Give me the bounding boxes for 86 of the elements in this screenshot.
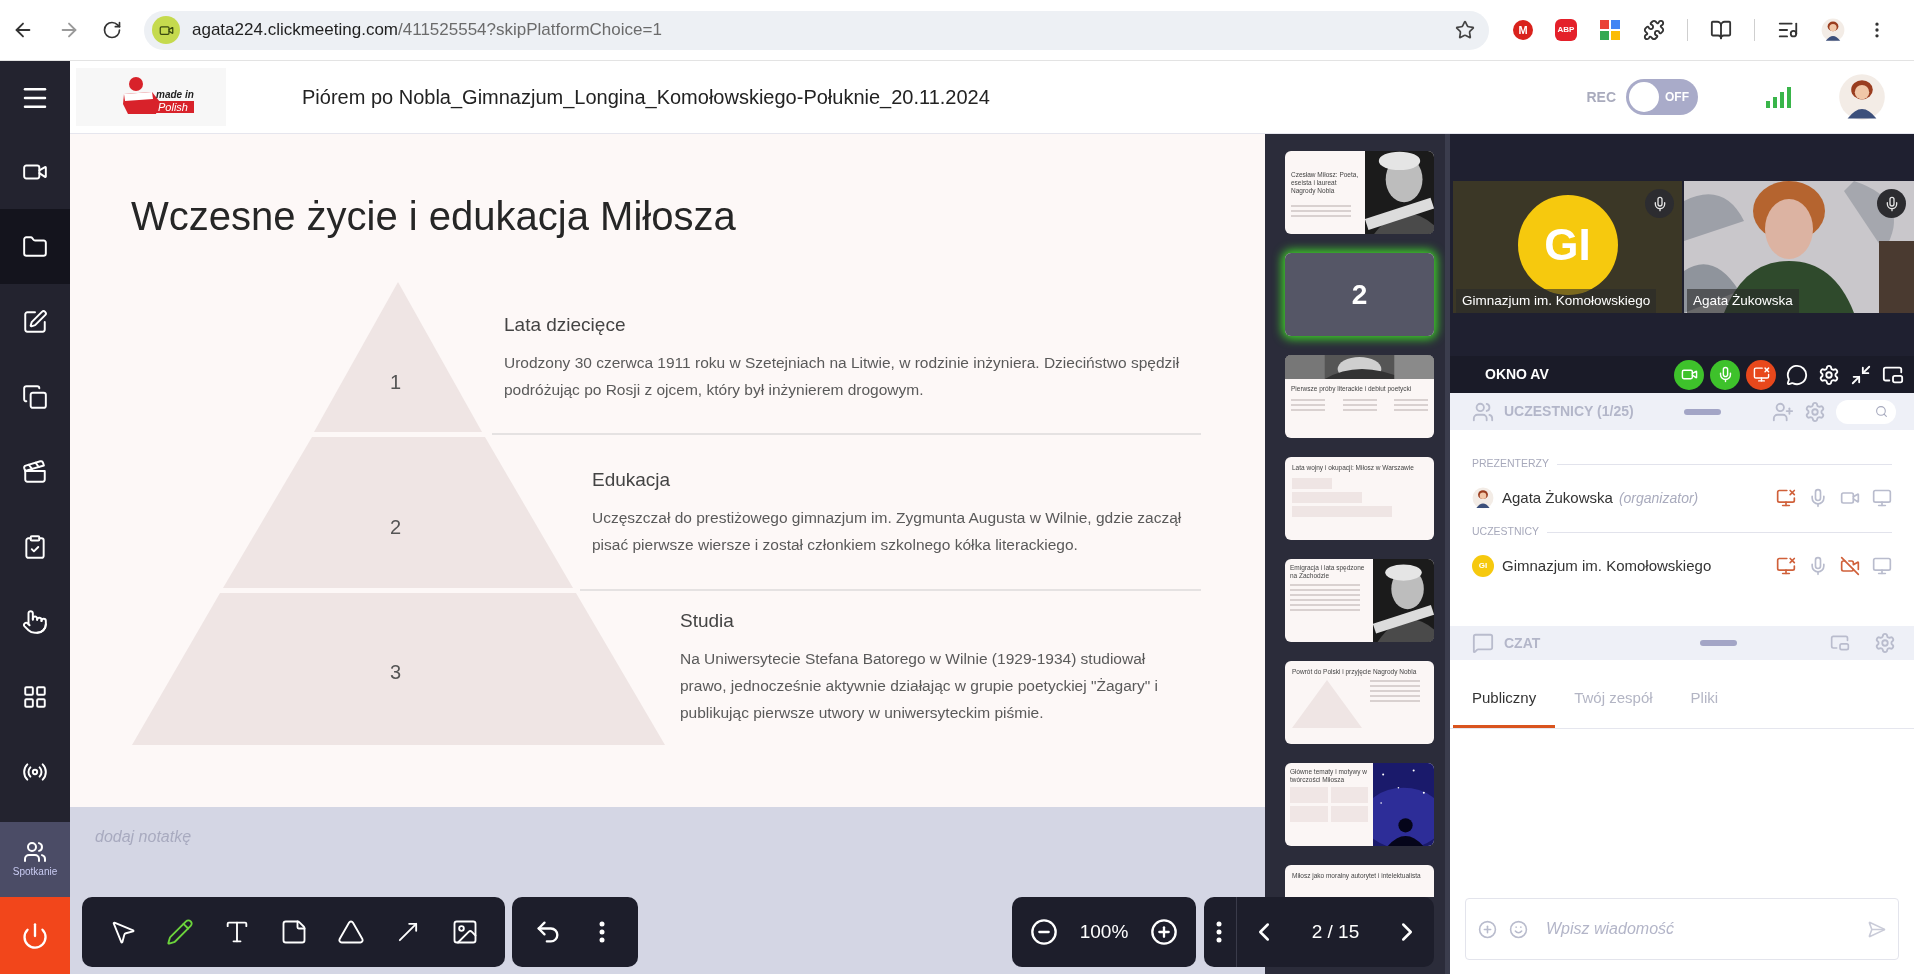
zoom-out-button[interactable]: [1030, 918, 1058, 946]
participant-name: Agata Żukowska: [1502, 487, 1613, 508]
level-description: Urodzony 30 czerwca 1911 roku w Szetejniach na Litwie, w rodzinie inżyniera. Dzieciństwo spędził podróżując po Rosji z ojcem, który był inżynierem drogowym.: [504, 353, 1181, 400]
zoom-in-button[interactable]: [1150, 918, 1178, 946]
people-icon: [23, 840, 47, 864]
screen-share-off-icon: [1752, 366, 1770, 383]
search-icon: [1875, 405, 1888, 418]
meeting-title: Piórem po Nobla_Gimnazjum_Longina_Komołowskiego-Połuknie_20.11.2024: [302, 85, 990, 111]
level-number: 2: [390, 515, 402, 540]
tiles-extension-icon[interactable]: [1599, 19, 1621, 41]
participant-row[interactable]: GI Gimnazjum im. Komołowskiego: [1472, 540, 1892, 592]
pencil-icon: [165, 918, 194, 946]
leave-button[interactable]: [0, 897, 70, 974]
microphone-button[interactable]: [1710, 359, 1740, 390]
more-button[interactable]: [1216, 921, 1222, 943]
drag-handle[interactable]: [1683, 408, 1721, 415]
screen-share-off-icon[interactable]: [1776, 488, 1796, 508]
folder-icon: [22, 233, 48, 260]
page-counter: 2 / 15: [1310, 919, 1361, 944]
url-host: agata224.clickmeeting.com: [192, 19, 398, 42]
level-description: Na Uniwersytecie Stefana Batorego w Wilnie (1929-1934) studiował prawo, jednocześnie aktywnie działając w grupie poetyckiej "Żagary" i publikując pierwsze utwory w uniwersyteckim piśmie.: [680, 649, 1159, 723]
site-info-icon[interactable]: [152, 16, 180, 44]
reading-list-icon[interactable]: [1710, 19, 1732, 41]
people-icon: [1472, 400, 1494, 423]
chat-icon: [1472, 632, 1494, 654]
bookmark-star-icon[interactable]: [1455, 20, 1475, 40]
slide-number: 2: [1351, 277, 1368, 312]
hand-pointer-icon: [22, 608, 48, 635]
meeting-button[interactable]: Spotkanie: [0, 822, 70, 897]
logo: made in Polish: [76, 68, 226, 126]
signal-strength-icon: [1766, 86, 1792, 108]
initials-avatar: GI: [1517, 195, 1618, 295]
participant-row[interactable]: Agata Żukowska (organizator): [1472, 472, 1892, 524]
level-description: Uczęszczał do prestiżowego gimnazjum im. Zygmunta Augusta w Wilnie, gdzie zaczął pisać pierwsze wiersze i został członkiem szkolnego kółka literackiego.: [592, 508, 1183, 555]
level-number: 3: [390, 660, 402, 685]
avatar-icon: [1472, 487, 1494, 509]
more-icon: [599, 921, 605, 943]
level-title: Edukacja: [592, 468, 672, 492]
avatar-icon: [1821, 18, 1845, 42]
zoom-in-icon: [1150, 918, 1178, 946]
zoom-level: 100%: [1079, 919, 1129, 944]
level-title: Lata dziecięce: [504, 313, 627, 337]
minimize-icon[interactable]: [1850, 363, 1872, 386]
zoom-out-icon: [1030, 918, 1058, 946]
reload-icon[interactable]: [102, 20, 122, 40]
drag-handle[interactable]: [1700, 640, 1738, 646]
level-title: Studia: [680, 609, 735, 633]
url-path: /411525554?skipPlatformChoice=1: [398, 19, 662, 42]
participant-name: Agata Żukowska: [1687, 288, 1799, 313]
screen-share-off-icon[interactable]: [1776, 556, 1796, 576]
search-field[interactable]: [1836, 399, 1896, 424]
slide-thumbnail[interactable]: 2: [1285, 253, 1434, 336]
mic-icon: [1645, 189, 1674, 218]
power-icon: [21, 921, 49, 950]
chat-bubble-icon[interactable]: [1786, 363, 1808, 386]
triangle-icon: [336, 918, 365, 946]
screen-share-button[interactable]: [1746, 359, 1776, 390]
message-field[interactable]: Wpisz wiadomość: [1546, 917, 1855, 941]
edit-icon: [22, 308, 48, 335]
chat-title: CZAT: [1504, 633, 1541, 653]
mail-extension-icon[interactable]: M: [1513, 20, 1533, 40]
participants-title: UCZESTNICY (1/25): [1504, 402, 1634, 421]
initials-avatar: GI: [1472, 555, 1494, 577]
av-window-title: OKNO AV: [1485, 365, 1549, 384]
group-label: PREZENTERZY: [1472, 456, 1549, 472]
more-icon: [1216, 921, 1222, 943]
adblock-extension-icon[interactable]: ABP: [1555, 19, 1577, 41]
level-number: 1: [390, 370, 402, 395]
participant-role: (organizator): [1618, 488, 1699, 508]
puzzle-icon[interactable]: [1643, 19, 1665, 41]
media-player-icon: [22, 458, 48, 485]
chat-tab[interactable]: Publiczny: [1453, 672, 1556, 728]
clipboard-check-icon: [22, 533, 48, 560]
sidebar-button[interactable]: [0, 209, 70, 284]
participant-name: Gimnazjum im. Komołowskiego: [1456, 288, 1657, 313]
screens-icon: [22, 383, 48, 410]
video-off-icon[interactable]: [1840, 556, 1860, 576]
camera-button[interactable]: [1674, 359, 1704, 390]
message-composer[interactable]: Wpisz wiadomość: [1465, 898, 1899, 960]
group-label: UCZESTNICY: [1472, 524, 1540, 540]
avatar-icon: [1838, 73, 1886, 121]
rec-label: REC: [1586, 87, 1616, 107]
participant-name: Gimnazjum im. Komołowskiego: [1502, 555, 1712, 576]
slide-title: Wczesne życie i edukacja Miłosza: [131, 193, 737, 240]
grid-icon: [22, 683, 48, 710]
address-bar[interactable]: agata224.clickmeeting.com/411525554?skipPlatformChoice=1: [144, 10, 1489, 50]
